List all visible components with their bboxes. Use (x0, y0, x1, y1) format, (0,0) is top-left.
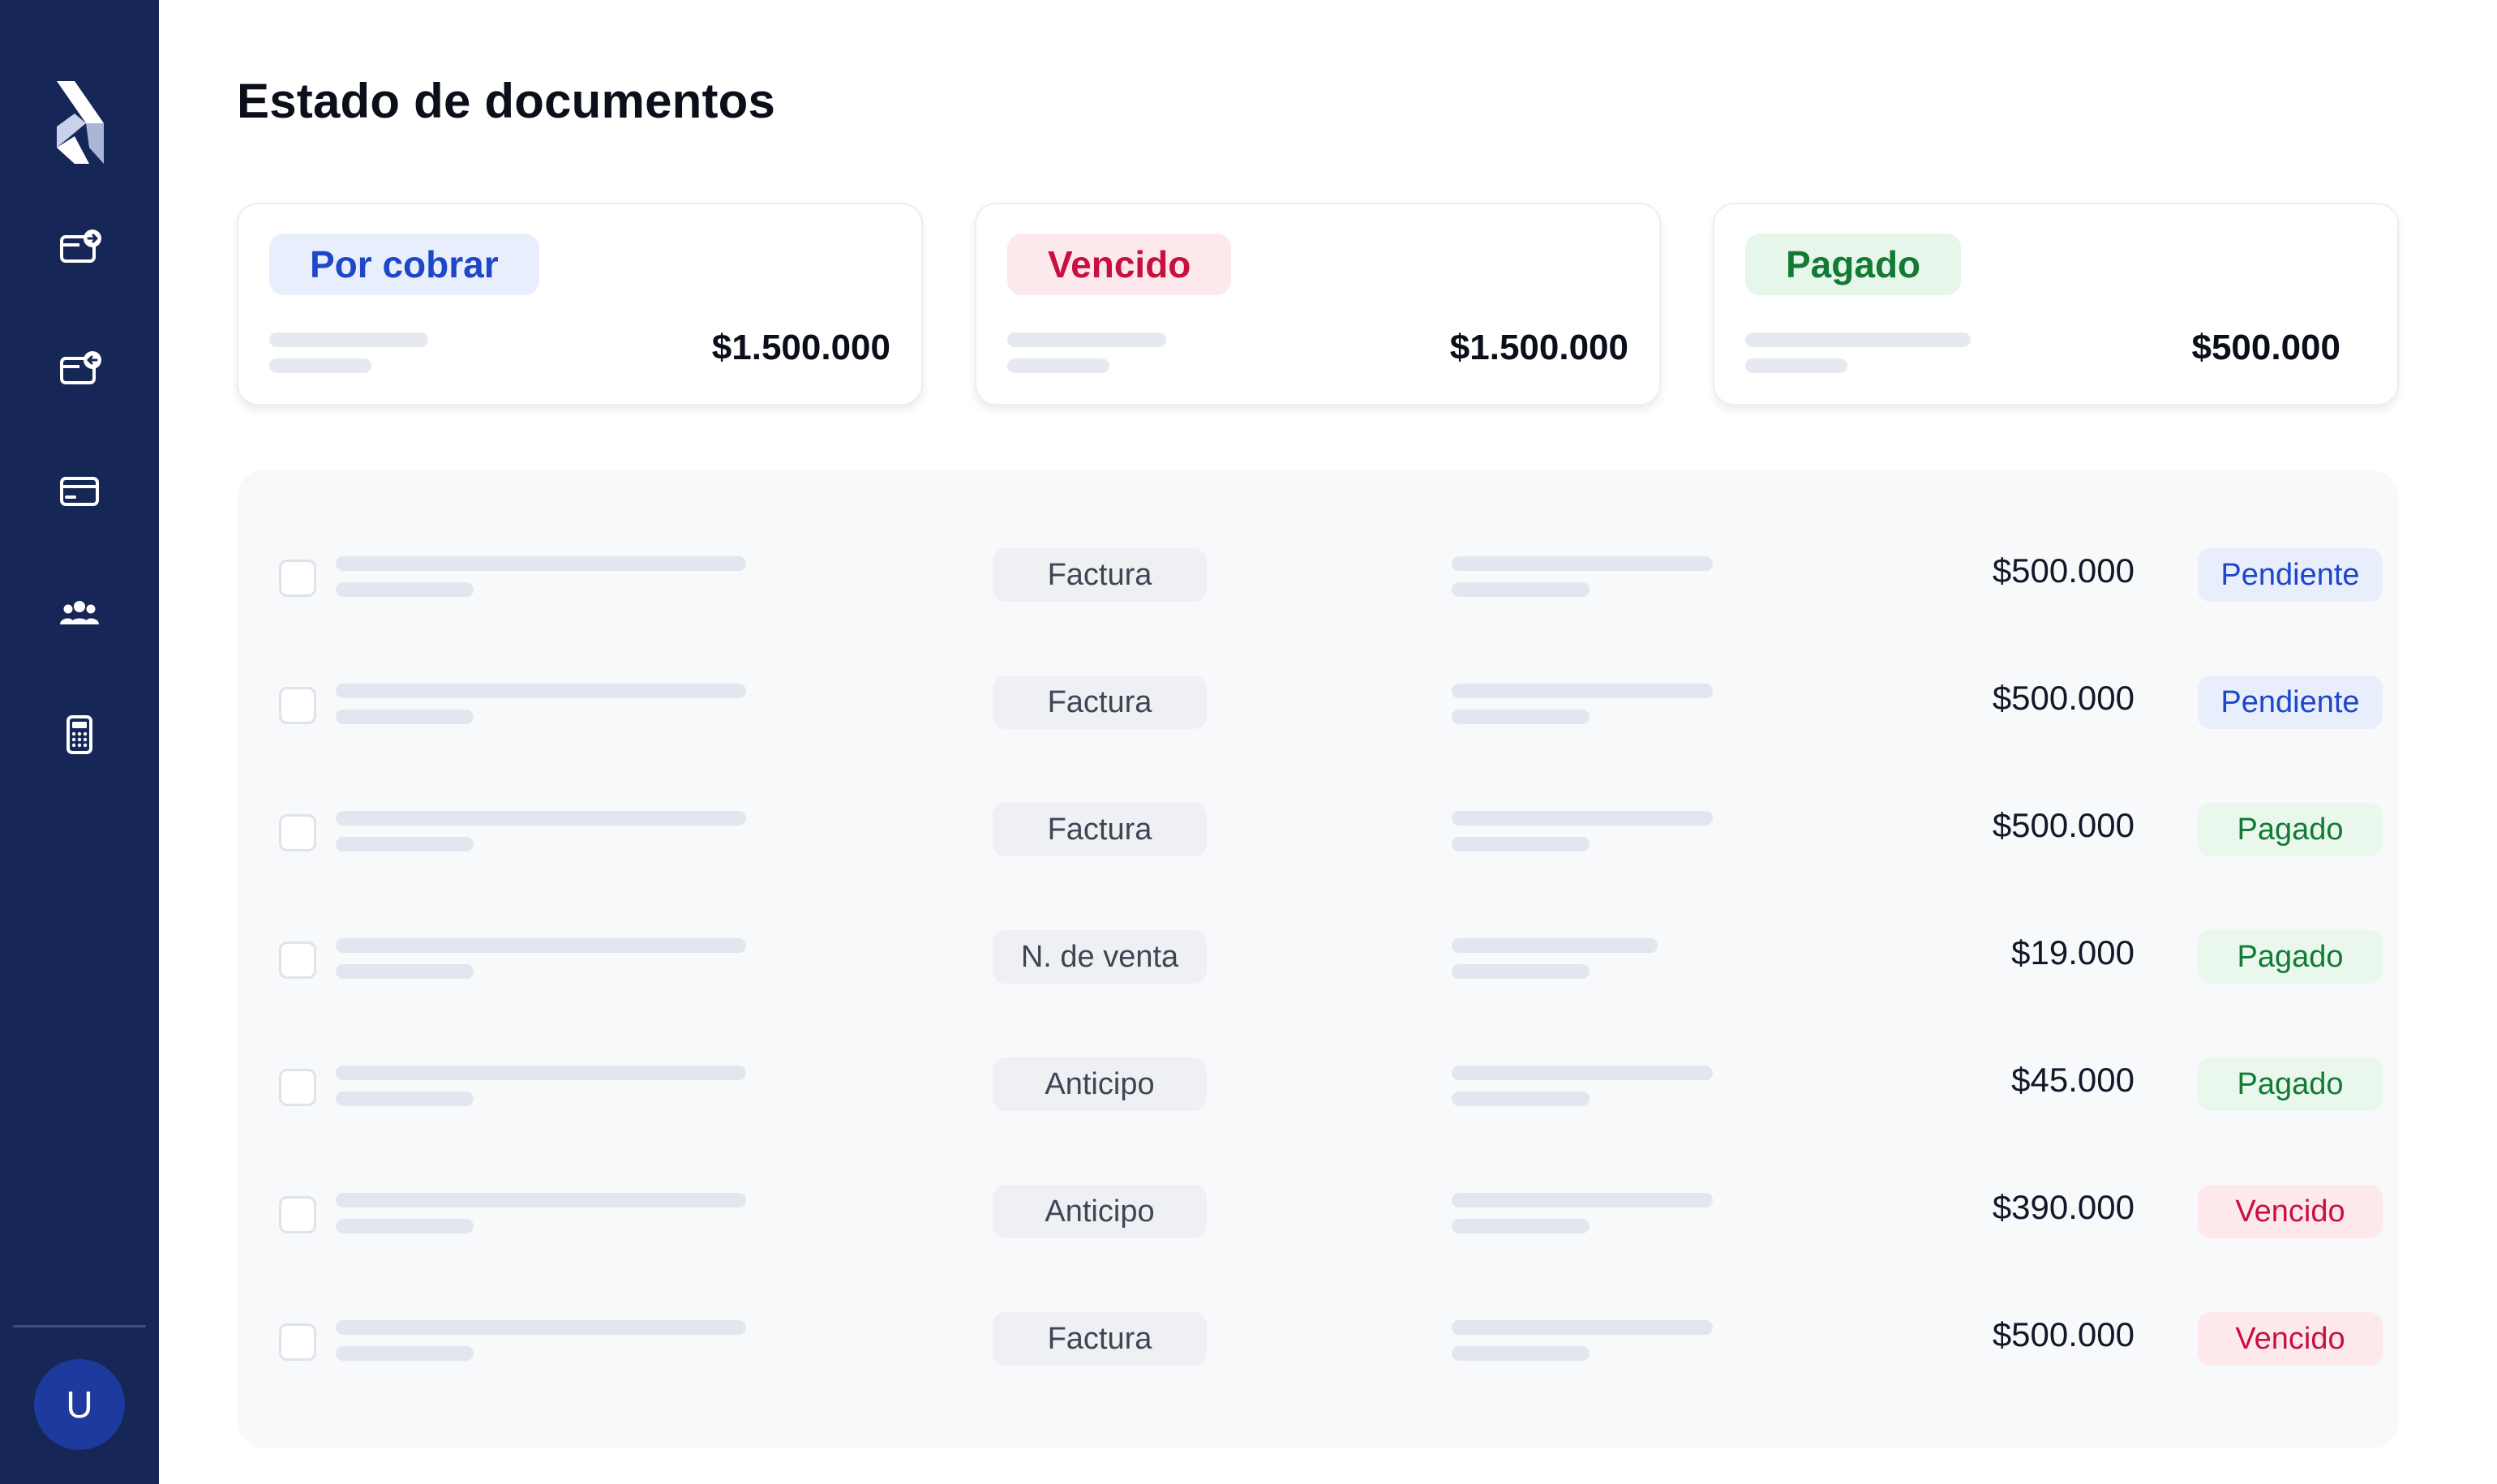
row-checkbox[interactable] (279, 560, 316, 597)
document-type-badge: Factura (993, 548, 1207, 602)
table-row[interactable]: Factura $500.000 Pendiente (237, 538, 2399, 620)
table-row[interactable]: Factura $500.000 Pagado (237, 793, 2399, 874)
row-checkbox[interactable] (279, 1069, 316, 1106)
document-type-badge: Anticipo (993, 1185, 1207, 1238)
avatar-initial: U (66, 1383, 93, 1426)
status-badge: Vencido (2198, 1312, 2383, 1366)
skeleton-line (1452, 1320, 1713, 1335)
nav-clients[interactable] (47, 581, 112, 645)
summary-card-por-cobrar[interactable]: Por cobrar $1.500.000 (237, 203, 923, 405)
table-row[interactable]: Anticipo $390.000 Vencido (237, 1175, 2399, 1256)
summary-amount: $500.000 (2191, 328, 2340, 367)
documents-table: Factura $500.000 Pendiente Factura $500.… (237, 470, 2399, 1448)
brand-logo-icon[interactable] (50, 78, 109, 167)
document-amount: $500.000 (1992, 679, 2134, 717)
row-checkbox[interactable] (279, 814, 316, 851)
sidebar-divider (13, 1325, 146, 1327)
nav-outgoing-payments[interactable] (47, 216, 112, 281)
table-row[interactable]: Factura $500.000 Vencido (237, 1302, 2399, 1383)
skeleton-line (1452, 556, 1713, 571)
skeleton-line (336, 938, 746, 953)
summary-amount: $1.500.000 (1449, 328, 1628, 367)
skeleton-line (336, 1193, 746, 1207)
wallet-outgoing-icon (60, 229, 101, 263)
skeleton-line (336, 1320, 746, 1335)
document-amount: $390.000 (1992, 1188, 2134, 1226)
credit-card-icon (60, 477, 99, 506)
row-checkbox[interactable] (279, 1323, 316, 1361)
skeleton-line (336, 1219, 474, 1233)
skeleton-line (1452, 710, 1590, 724)
user-avatar[interactable]: U (34, 1359, 125, 1450)
skeleton-line (336, 582, 474, 597)
table-row[interactable]: Factura $500.000 Pendiente (237, 666, 2399, 747)
summary-amount: $1.500.000 (711, 328, 890, 367)
skeleton-line (1452, 1193, 1713, 1207)
skeleton-line (336, 1346, 474, 1361)
skeleton-line (1452, 1346, 1590, 1361)
skeleton-line (336, 837, 474, 851)
page-title: Estado de documentos (237, 74, 776, 128)
document-type-badge: Anticipo (993, 1057, 1207, 1111)
skeleton-line (1745, 332, 1971, 347)
skeleton-line (336, 964, 474, 979)
summary-card-pagado[interactable]: Pagado $500.000 (1713, 203, 2399, 405)
document-type-badge: N. de venta (993, 930, 1207, 984)
status-badge: Vencido (2198, 1185, 2383, 1238)
document-type-badge: Factura (993, 803, 1207, 856)
skeleton-line (1452, 1092, 1590, 1106)
skeleton-line (1745, 358, 1847, 373)
wallet-incoming-icon (60, 351, 101, 384)
skeleton-line (336, 1092, 474, 1106)
row-checkbox[interactable] (279, 687, 316, 724)
skeleton-line (1007, 332, 1166, 347)
skeleton-line (1452, 1066, 1713, 1080)
row-checkbox[interactable] (279, 1196, 316, 1233)
skeleton-line (336, 811, 746, 826)
status-badge: Pendiente (2198, 548, 2383, 602)
status-badge: Pagado (2198, 803, 2383, 856)
summary-label: Por cobrar (269, 234, 539, 295)
skeleton-line (336, 684, 746, 698)
skeleton-line (336, 556, 746, 571)
skeleton-line (336, 710, 474, 724)
document-type-badge: Factura (993, 1312, 1207, 1366)
table-row[interactable]: N. de venta $19.000 Pagado (237, 920, 2399, 1001)
skeleton-line (336, 1066, 746, 1080)
skeleton-line (1452, 938, 1658, 953)
sidebar: U (0, 0, 159, 1484)
summary-label: Pagado (1745, 234, 1962, 295)
status-badge: Pagado (2198, 1057, 2383, 1111)
document-amount: $500.000 (1992, 1315, 2134, 1353)
skeleton-line (269, 358, 371, 373)
row-checkbox[interactable] (279, 941, 316, 979)
skeleton-line (1452, 684, 1713, 698)
document-type-badge: Factura (993, 676, 1207, 729)
table-row[interactable]: Anticipo $45.000 Pagado (237, 1048, 2399, 1129)
summary-card-vencido[interactable]: Vencido $1.500.000 (975, 203, 1661, 405)
calculator-icon (67, 715, 92, 754)
status-badge: Pagado (2198, 930, 2383, 984)
skeleton-line (1452, 811, 1713, 826)
nav-incoming-payments[interactable] (47, 337, 112, 402)
skeleton-line (1452, 582, 1590, 597)
users-group-icon (60, 601, 99, 624)
document-amount: $500.000 (1992, 806, 2134, 844)
document-amount: $19.000 (2011, 933, 2134, 971)
skeleton-line (1452, 964, 1590, 979)
document-amount: $45.000 (2011, 1061, 2134, 1099)
skeleton-line (1007, 358, 1109, 373)
skeleton-line (1452, 1219, 1590, 1233)
skeleton-line (269, 332, 428, 347)
summary-label: Vencido (1007, 234, 1232, 295)
nav-cards[interactable] (47, 459, 112, 524)
status-badge: Pendiente (2198, 676, 2383, 729)
document-amount: $500.000 (1992, 551, 2134, 590)
nav-calculator[interactable] (47, 702, 112, 767)
skeleton-line (1452, 837, 1590, 851)
